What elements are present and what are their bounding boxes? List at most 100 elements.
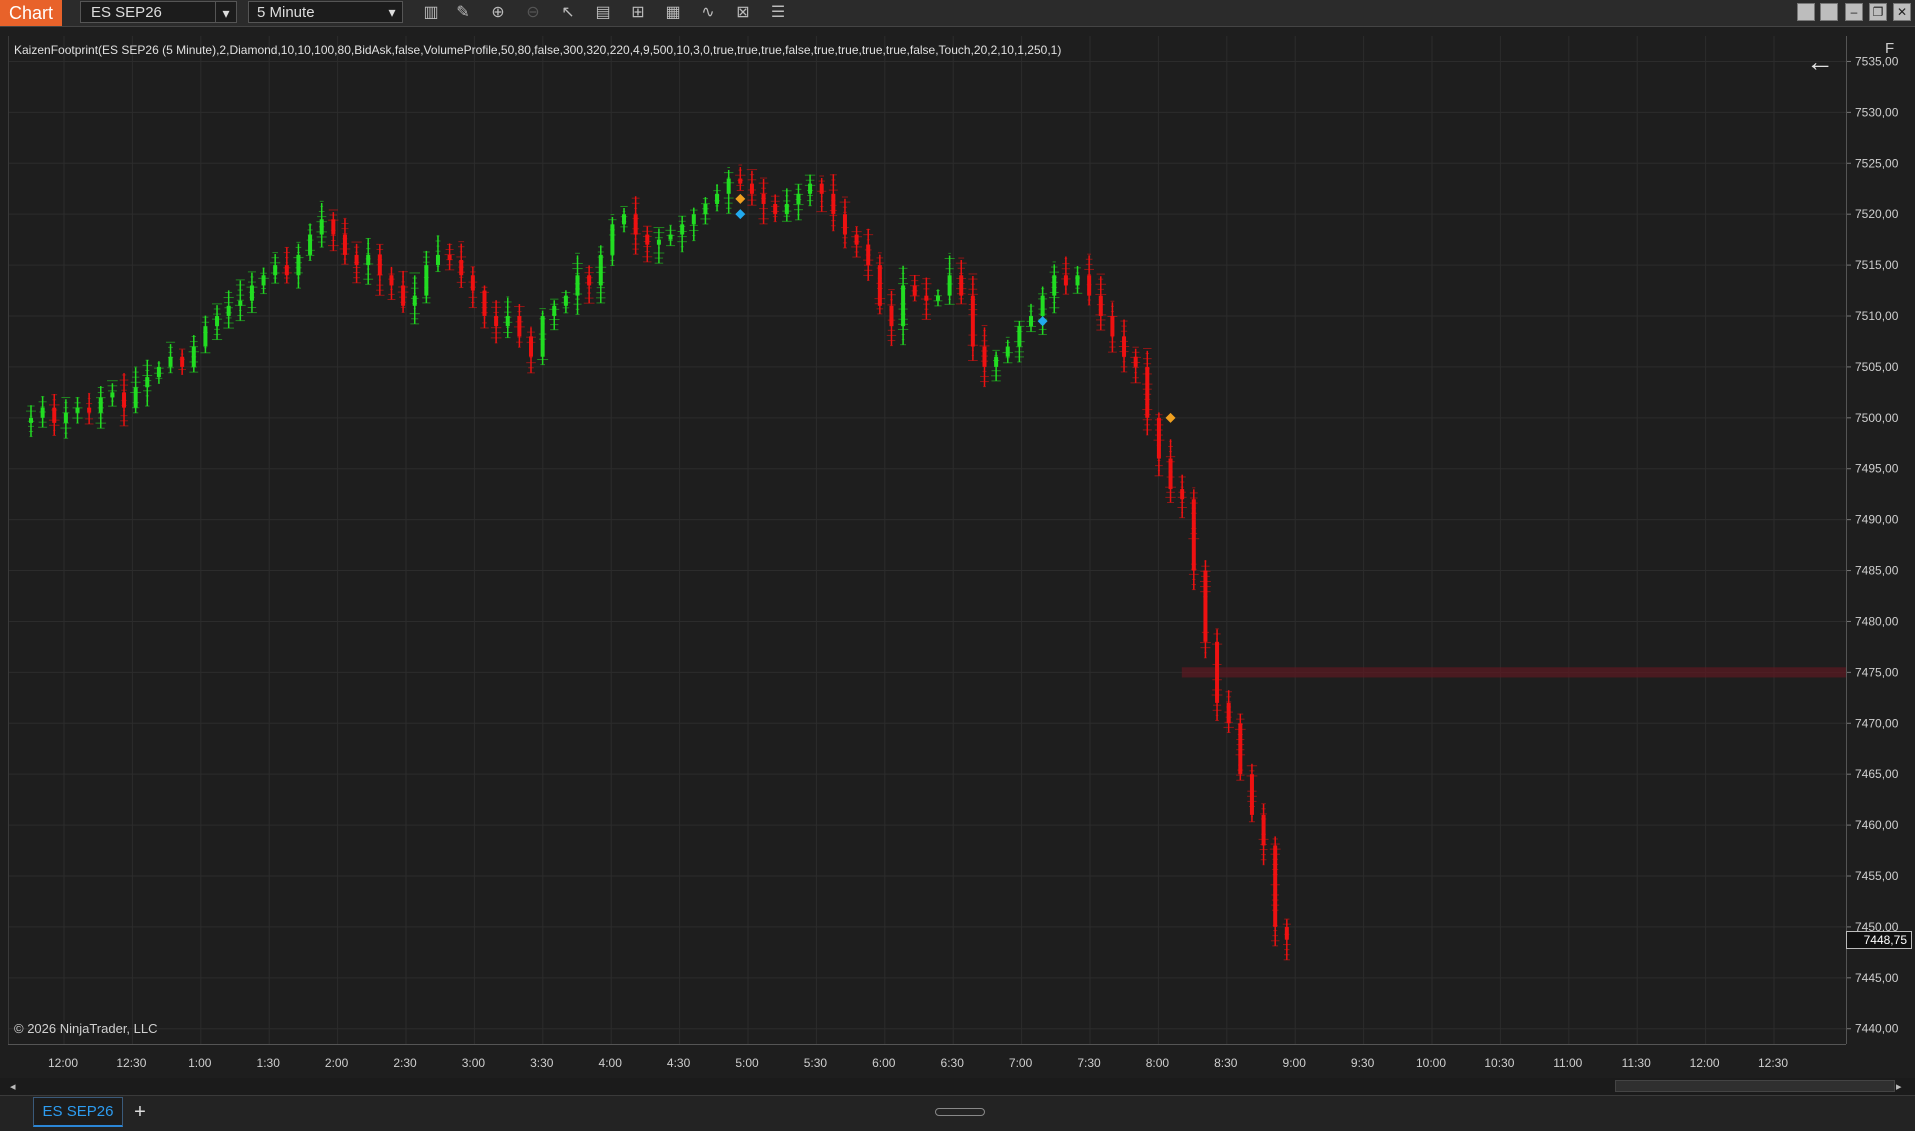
candle[interactable] xyxy=(490,300,502,344)
candle[interactable] xyxy=(48,393,60,436)
candle[interactable] xyxy=(897,265,909,346)
candle[interactable] xyxy=(1061,256,1071,295)
candle[interactable] xyxy=(513,304,525,348)
candle[interactable] xyxy=(270,252,281,284)
draw-tool-icon[interactable]: ✎ xyxy=(452,2,474,24)
candle[interactable] xyxy=(991,349,1002,382)
candle[interactable] xyxy=(1049,261,1060,314)
candle[interactable] xyxy=(572,252,583,315)
interval-dropdown-icon[interactable]: ▾ xyxy=(382,1,402,23)
candle[interactable] xyxy=(479,285,490,329)
candle[interactable] xyxy=(1165,439,1176,503)
bar-type-icon[interactable]: ▥ xyxy=(420,2,442,24)
tile-alt-icon[interactable] xyxy=(1820,3,1838,21)
candle[interactable] xyxy=(1199,560,1211,659)
instrument-dropdown-icon[interactable]: ▾ xyxy=(215,1,237,23)
properties-icon[interactable]: ⊞ xyxy=(627,2,649,24)
candle[interactable] xyxy=(1038,286,1048,336)
candle[interactable] xyxy=(397,270,409,313)
candle[interactable] xyxy=(130,366,142,414)
candle[interactable] xyxy=(713,184,721,212)
candle[interactable] xyxy=(1269,836,1281,947)
zoom-out-icon[interactable]: ⊖ xyxy=(522,2,544,24)
instrument-tab[interactable]: ES SEP26 xyxy=(33,1097,123,1127)
scroll-thumb[interactable] xyxy=(1615,1080,1895,1092)
signal-diamond[interactable] xyxy=(1037,316,1048,327)
candle[interactable] xyxy=(1084,253,1094,306)
instrument-selector[interactable]: ES SEP26 xyxy=(80,1,235,23)
back-arrow-icon[interactable]: ← xyxy=(1806,46,1834,78)
candle[interactable] xyxy=(1013,320,1025,363)
candle[interactable] xyxy=(770,194,780,223)
candle[interactable] xyxy=(72,397,83,424)
chart-plot-area[interactable] xyxy=(8,36,1847,1044)
candle[interactable] xyxy=(863,228,874,281)
candle[interactable] xyxy=(967,273,979,362)
candle[interactable] xyxy=(526,326,536,374)
candle[interactable] xyxy=(839,196,851,249)
candle[interactable] xyxy=(211,303,223,341)
minimize-icon[interactable]: – xyxy=(1845,3,1863,21)
candle[interactable] xyxy=(665,224,676,247)
interval-selector[interactable]: 5 Minute xyxy=(248,1,403,23)
zoom-in-icon[interactable]: ⊕ xyxy=(487,2,509,24)
candle[interactable] xyxy=(503,296,513,339)
candle[interactable] xyxy=(1002,336,1013,364)
candle[interactable] xyxy=(642,225,653,263)
candle[interactable] xyxy=(26,405,36,438)
close-icon[interactable]: ✕ xyxy=(1893,3,1911,21)
candle[interactable] xyxy=(363,237,374,285)
templates-icon[interactable]: ⊠ xyxy=(732,2,754,24)
price-chart[interactable] xyxy=(9,36,1847,1044)
candle[interactable] xyxy=(234,279,246,322)
chart-tab[interactable]: Chart xyxy=(0,0,62,26)
candle[interactable] xyxy=(84,392,94,425)
candle[interactable] xyxy=(920,277,932,320)
candle[interactable] xyxy=(375,243,385,296)
candle[interactable] xyxy=(933,289,943,307)
candle[interactable] xyxy=(1177,474,1187,519)
signal-diamond[interactable] xyxy=(1165,412,1176,423)
candle[interactable] xyxy=(223,290,235,329)
pointer-icon[interactable]: ↖ xyxy=(557,2,579,24)
resize-grip-icon[interactable] xyxy=(935,1108,985,1116)
candle[interactable] xyxy=(828,174,838,232)
candle[interactable] xyxy=(608,214,617,267)
add-tab-button[interactable]: + xyxy=(128,1100,152,1124)
candle[interactable] xyxy=(723,167,735,214)
candle[interactable] xyxy=(735,164,746,191)
signal-diamond[interactable] xyxy=(735,209,746,220)
candle[interactable] xyxy=(979,325,990,388)
candle[interactable] xyxy=(165,341,176,374)
candle[interactable] xyxy=(258,267,269,295)
candle[interactable] xyxy=(548,298,560,331)
candle[interactable] xyxy=(107,380,118,407)
scroll-left-icon[interactable]: ◂ xyxy=(10,1080,16,1093)
candle[interactable] xyxy=(1223,690,1234,733)
candle[interactable] xyxy=(1107,300,1118,353)
menu-icon[interactable]: ☰ xyxy=(767,2,789,24)
candle[interactable] xyxy=(700,197,711,225)
time-axis[interactable]: 12:00 12:30 1:00 1:30 2:00 2:30 3:00 3:30 4:00 4:… xyxy=(0,1045,1846,1075)
candle[interactable] xyxy=(305,223,315,261)
tile-icon[interactable] xyxy=(1797,3,1815,21)
candle[interactable] xyxy=(537,308,549,366)
candle[interactable] xyxy=(456,241,467,288)
candle[interactable] xyxy=(1282,918,1291,961)
candle[interactable] xyxy=(1246,763,1258,823)
price-axis[interactable]: 7535,00 7530,00 7525,00 7520,00 7515,00 7510,… xyxy=(1846,36,1915,1044)
candle[interactable] xyxy=(804,174,816,207)
candle[interactable] xyxy=(620,205,628,233)
candle[interactable] xyxy=(468,266,478,309)
candle[interactable] xyxy=(909,275,920,302)
candle[interactable] xyxy=(178,348,186,376)
scroll-right-icon[interactable]: ▸ xyxy=(1896,1080,1902,1093)
candle[interactable] xyxy=(435,235,441,273)
candle[interactable] xyxy=(630,196,641,255)
candle[interactable] xyxy=(653,227,665,264)
candle[interactable] xyxy=(1118,319,1130,373)
candle[interactable] xyxy=(422,250,431,304)
indicators-icon[interactable]: ▦ xyxy=(662,2,684,24)
candle[interactable] xyxy=(327,209,339,252)
signal-diamond[interactable] xyxy=(735,193,746,204)
